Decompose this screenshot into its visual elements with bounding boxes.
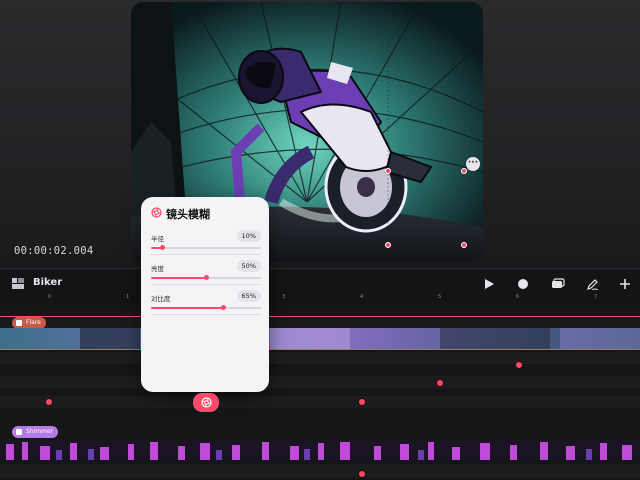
effect-keyframe[interactable] xyxy=(436,379,444,387)
slider-knob[interactable] xyxy=(220,305,226,310)
more-options-icon[interactable]: ··· xyxy=(466,157,480,171)
add-icon xyxy=(620,279,630,289)
lens-blur-panel: 镜头模糊 半径 10% 亮度 50% 对比度 65% xyxy=(141,197,269,392)
track-row xyxy=(0,396,640,408)
preview-stage: ··· 00:00:02.004 xyxy=(0,0,640,268)
lens-blur-icon xyxy=(151,207,162,218)
effect-button[interactable] xyxy=(193,393,219,412)
track-row xyxy=(0,376,640,388)
track-row xyxy=(0,464,640,478)
ruler-tick: 5 xyxy=(438,294,442,300)
timecode: 00:00:02.004 xyxy=(14,245,94,257)
effect-keyframe[interactable] xyxy=(358,470,366,478)
divider xyxy=(151,254,261,255)
ruler-tick: 0 xyxy=(48,294,52,300)
ruler-tick: 3 xyxy=(282,294,286,300)
slider-fill xyxy=(151,277,206,279)
pen-icon xyxy=(586,278,598,290)
play-icon xyxy=(485,279,494,289)
slider-knob[interactable] xyxy=(204,275,209,280)
flare-label: Flare xyxy=(26,319,41,326)
param-value[interactable]: 50% xyxy=(236,260,261,272)
ruler-tick: 7 xyxy=(594,294,598,300)
lens-blur-icon xyxy=(200,397,212,408)
brightness-slider[interactable] xyxy=(151,275,261,280)
divider xyxy=(151,314,261,315)
slider-knob[interactable] xyxy=(160,245,165,250)
track-row xyxy=(0,352,640,364)
record-icon xyxy=(518,279,528,289)
param-label: 亮度 xyxy=(151,265,164,273)
time-ruler[interactable]: 0 1 2 3 4 5 6 7 xyxy=(0,290,640,306)
slider-fill xyxy=(151,307,223,309)
clip-icon xyxy=(16,320,22,326)
effect-keyframe[interactable] xyxy=(358,398,366,406)
video-clip-strip[interactable] xyxy=(0,328,640,350)
project-icon[interactable] xyxy=(12,278,24,289)
param-value[interactable]: 65% xyxy=(236,290,261,302)
ruler-tick: 4 xyxy=(360,294,364,300)
contrast-slider[interactable] xyxy=(151,305,261,310)
clip-icon xyxy=(16,429,22,435)
keyframe-handle[interactable] xyxy=(385,168,391,174)
keyframe-handle[interactable] xyxy=(461,242,467,248)
ruler-tick: 6 xyxy=(516,294,520,300)
param-label: 对比度 xyxy=(151,295,171,303)
effect-keyframe[interactable] xyxy=(45,398,53,406)
param-label: 半径 xyxy=(151,235,164,243)
effect-keyframe[interactable] xyxy=(515,361,523,369)
shimmer-label: Shimmer xyxy=(26,428,54,435)
shimmer-waveform xyxy=(6,442,632,460)
video-thumbnails xyxy=(0,328,640,349)
keyframe-handle[interactable] xyxy=(461,168,467,174)
panel-title: 镜头模糊 xyxy=(166,208,210,221)
shimmer-clip-label[interactable]: Shimmer xyxy=(12,426,59,438)
track-row xyxy=(0,316,640,328)
divider xyxy=(151,284,261,285)
layers-icon xyxy=(552,278,565,288)
shimmer-clip-strip[interactable] xyxy=(0,440,640,460)
keyframe-handle[interactable] xyxy=(385,242,391,248)
radius-slider[interactable] xyxy=(151,245,261,250)
ruler-tick: 1 xyxy=(126,294,130,300)
param-value[interactable]: 10% xyxy=(236,230,261,242)
track-separator xyxy=(0,316,640,317)
project-name: Biker xyxy=(33,277,63,288)
